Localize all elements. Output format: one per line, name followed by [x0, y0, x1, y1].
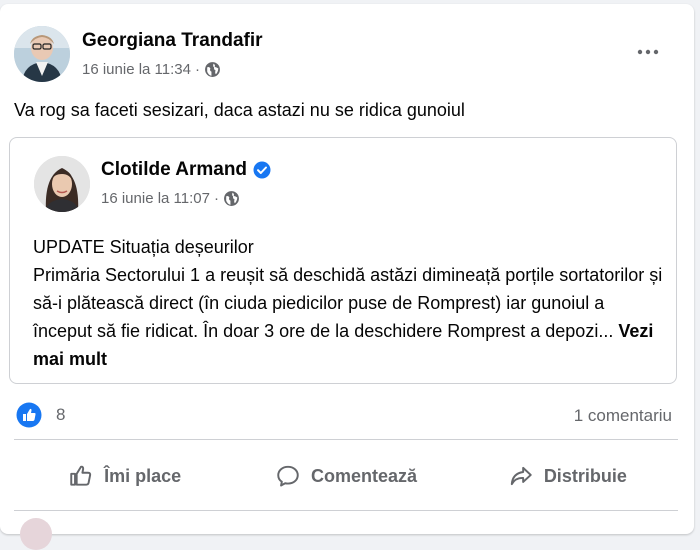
shared-timestamp[interactable]: 16 iunie la 11:07 — [101, 190, 210, 207]
post-card: Georgiana Trandafir 16 iunie la 11:34 · … — [0, 4, 694, 550]
shared-author: Clotilde Armand — [101, 159, 271, 181]
shared-text: Primăria Sectorului 1 a reușit să deschi… — [33, 265, 663, 341]
thumbs-up-icon — [70, 465, 92, 486]
like-button[interactable]: Îmi place — [14, 450, 235, 502]
shared-meta: 16 iunie la 11:07 · — [101, 190, 240, 207]
shared-meta-separator: · — [213, 190, 219, 207]
more-options-button[interactable] — [632, 36, 664, 68]
likes-count: 8 — [56, 405, 66, 424]
author-avatar[interactable] — [14, 26, 70, 82]
comment-icon — [277, 465, 299, 487]
shared-author-avatar[interactable] — [34, 156, 90, 212]
verified-badge-icon — [253, 161, 271, 179]
shared-body: UPDATE Situația deșeurilor Primăria Sect… — [33, 233, 663, 373]
post-text: Va rog sa faceti sesizari, daca astazi n… — [14, 100, 465, 120]
post-meta: 16 iunie la 11:34 · — [82, 61, 221, 78]
globe-icon[interactable] — [204, 61, 221, 78]
reactions-summary[interactable]: 8 — [16, 402, 65, 428]
author-name[interactable]: Georgiana Trandafir — [82, 30, 263, 52]
like-reaction-icon — [16, 402, 42, 428]
action-bar: Îmi place Comentează Distribuie — [14, 450, 678, 502]
shared-post[interactable]: Clotilde Armand 16 iunie la 11:07 · UPDA… — [9, 137, 677, 384]
comment-button[interactable]: Comentează — [235, 450, 456, 502]
like-button-label: Îmi place — [104, 465, 182, 486]
share-button[interactable]: Distribuie — [457, 450, 678, 502]
divider — [14, 439, 678, 440]
comments-count[interactable]: 1 comentariu — [574, 406, 672, 426]
shared-title: UPDATE Situația deșeurilor — [33, 237, 254, 257]
divider — [14, 510, 678, 511]
comment-button-label: Comentează — [310, 465, 417, 486]
more-options-icon — [637, 49, 659, 55]
author-avatar-image — [14, 26, 70, 82]
meta-separator: · — [194, 61, 200, 78]
shared-author-name[interactable]: Clotilde Armand — [101, 159, 247, 181]
share-icon — [510, 466, 532, 486]
share-button-label: Distribuie — [543, 465, 627, 486]
post-timestamp[interactable]: 16 iunie la 11:34 — [82, 61, 191, 78]
globe-icon[interactable] — [223, 190, 240, 207]
shared-avatar-image — [34, 156, 90, 212]
